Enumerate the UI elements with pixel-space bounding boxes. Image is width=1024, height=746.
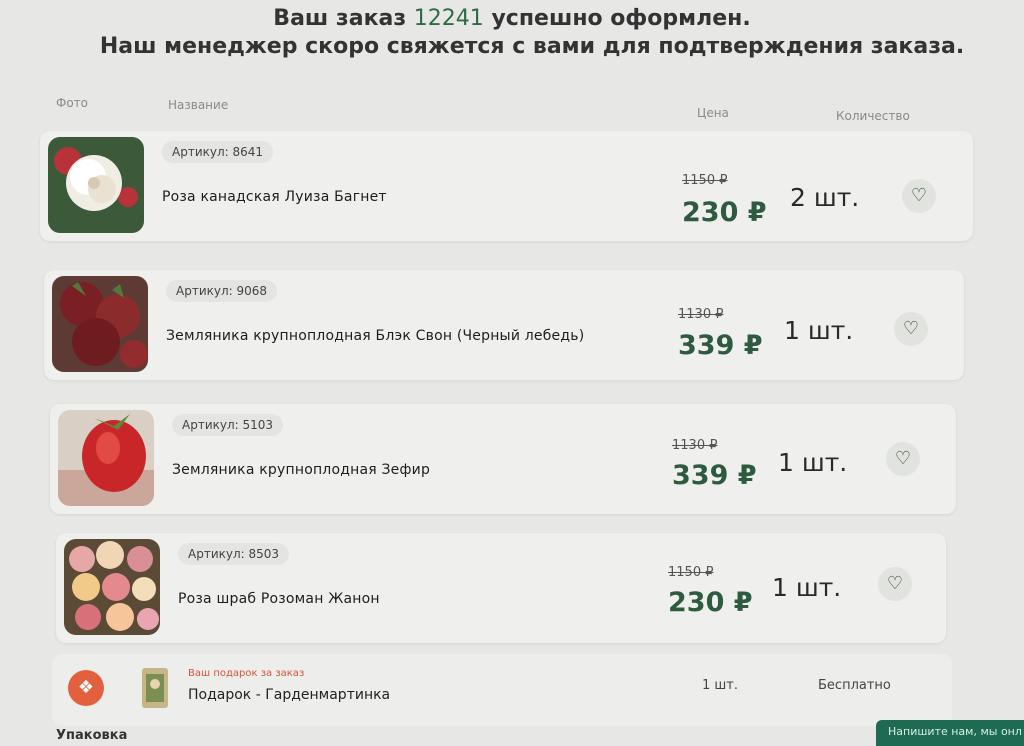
product-image[interactable] [58,410,154,506]
column-header-quantity: Количество [836,109,910,123]
price: 230 ₽ [668,587,753,618]
gift-label: Ваш подарок за заказ [188,668,305,679]
order-confirmation-title: Ваш заказ 12241 успешно оформлен. [0,6,1024,31]
product-sku: Артикул: 5103 [172,414,284,436]
gift-row: ❖ Ваш подарок за заказ Подарок - Гарденм… [52,654,952,726]
product-name[interactable]: Земляника крупноплодная Зефир [172,462,430,478]
chat-button[interactable]: Напишите нам, мы онл [876,720,1024,746]
heart-icon[interactable]: ♡ [894,312,928,346]
column-header-name: Название [168,98,229,112]
product-name[interactable]: Земляника крупноплодная Блэк Свон (Черны… [166,328,584,344]
price: 339 ₽ [678,330,763,361]
price: 339 ₽ [672,460,757,491]
heart-icon[interactable]: ♡ [902,179,936,213]
product-image[interactable] [48,137,144,233]
order-title-suffix: успешно оформлен. [491,6,751,31]
order-item-card[interactable]: Артикул: 9068 Земляника крупноплодная Бл… [44,270,964,380]
quantity: 2 шт. [790,183,860,212]
product-sku: Артикул: 9068 [166,280,278,302]
quantity: 1 шт. [772,573,842,602]
heart-icon[interactable]: ♡ [878,567,912,601]
product-image[interactable] [52,276,148,372]
product-image[interactable] [64,539,160,635]
column-header-photo: Фото [56,96,89,110]
column-header-price: Цена [697,106,729,120]
product-name[interactable]: Роза шраб Розоман Жанон [178,591,380,607]
gift-name: Подарок - Гарденмартинка [188,687,391,703]
packing-section-title: Упаковка [56,728,128,743]
order-item-card[interactable]: Артикул: 5103 Земляника крупноплодная Зе… [50,404,956,514]
heart-icon[interactable]: ♡ [886,442,920,476]
order-title-prefix: Ваш заказ [273,6,407,31]
order-item-card[interactable]: Артикул: 8641 Роза канадская Луиза Багне… [40,131,973,241]
product-name[interactable]: Роза канадская Луиза Багнет [162,189,387,205]
price: 230 ₽ [682,197,767,228]
order-item-card[interactable]: Артикул: 8503 Роза шраб Розоман Жанон 11… [56,533,946,643]
product-sku: Артикул: 8641 [162,141,274,163]
old-price: 1130 ₽ [672,438,718,453]
quantity: 1 шт. [778,448,848,477]
product-sku: Артикул: 8503 [178,543,290,565]
order-confirmation-subtitle: Наш менеджер скоро свяжется с вами для п… [99,34,965,59]
gift-icon[interactable]: ❖ [68,670,104,706]
gift-quantity: 1 шт. [702,678,739,693]
gift-image [142,668,168,708]
gift-price: Бесплатно [818,678,891,693]
order-number: 12241 [413,6,484,31]
quantity: 1 шт. [784,316,854,345]
old-price: 1130 ₽ [678,307,724,322]
old-price: 1150 ₽ [682,173,728,188]
old-price: 1150 ₽ [668,565,714,580]
